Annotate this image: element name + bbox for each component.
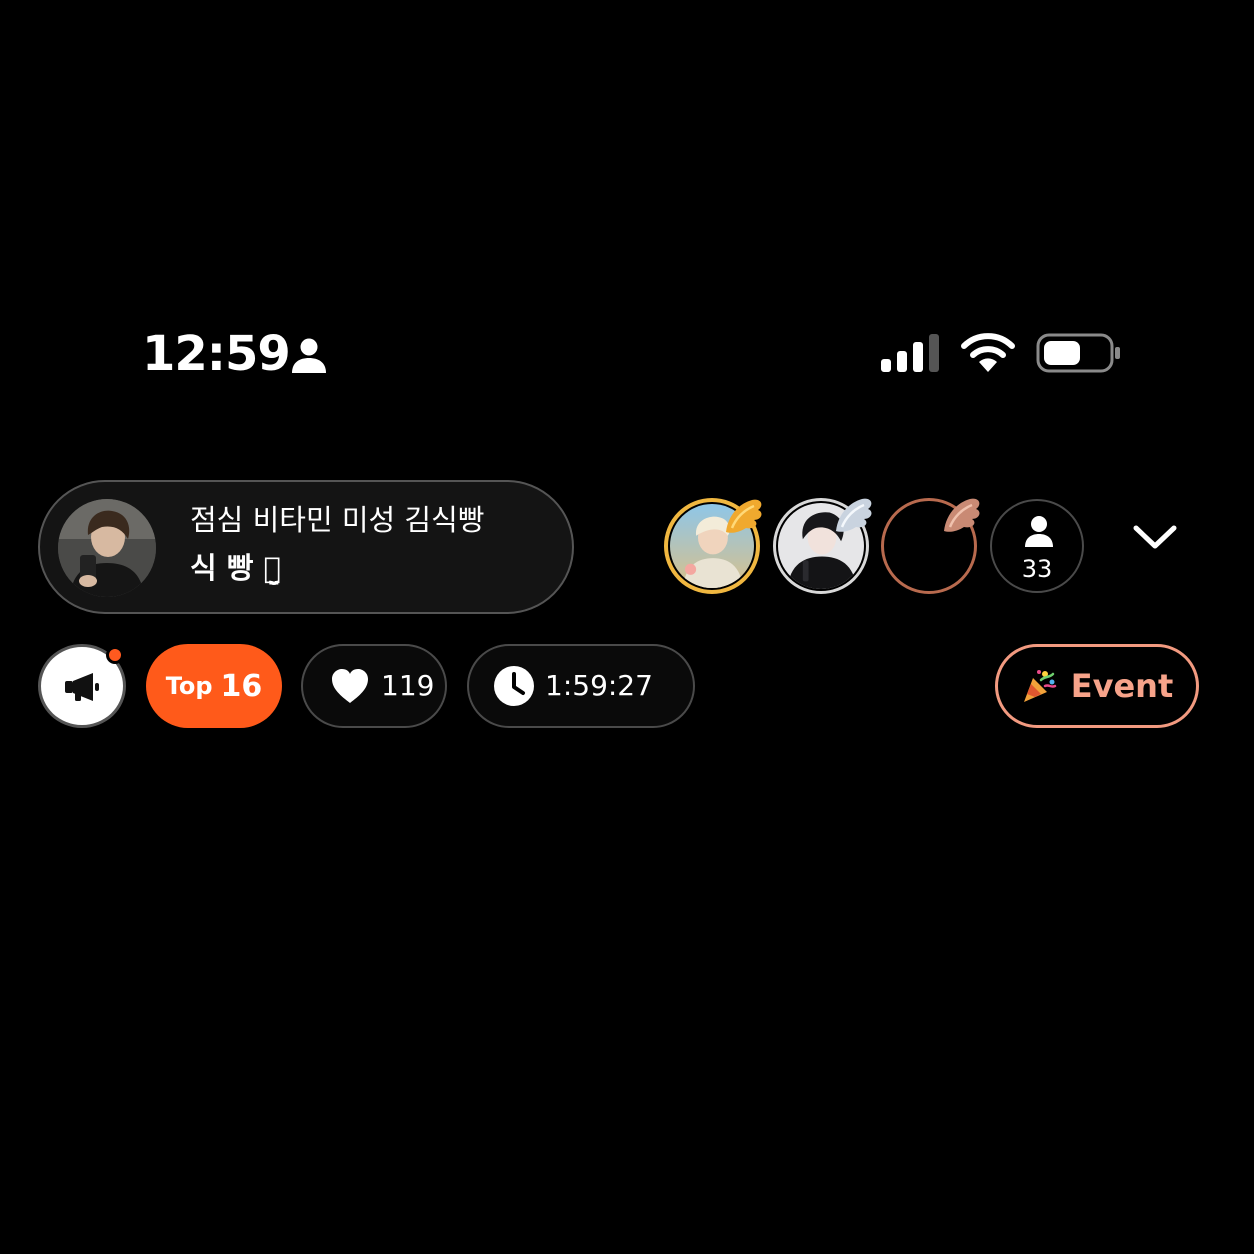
megaphone-icon	[65, 673, 99, 701]
host-name: 식 빵 ꪔ̤̮	[190, 551, 281, 585]
silver-wing-icon	[836, 498, 872, 532]
notification-dot	[106, 646, 124, 664]
broadcast-timer-pill: 1:59:27	[467, 644, 695, 728]
top-rank-badge[interactable]: Top 16	[146, 644, 282, 728]
person-icon	[292, 338, 326, 373]
event-button[interactable]: Event	[995, 644, 1199, 728]
host-avatar[interactable]	[58, 499, 156, 597]
top-rank-label: Top	[165, 672, 213, 700]
heart-icon	[332, 669, 368, 703]
top-viewer-3[interactable]	[881, 498, 980, 594]
chevron-down-icon[interactable]	[1132, 522, 1178, 552]
top-viewer-2[interactable]	[773, 498, 872, 594]
gold-wing-icon	[726, 499, 762, 533]
party-popper-icon	[1023, 670, 1056, 702]
viewer-count: 33	[1021, 555, 1053, 583]
cellular-signal-icon	[881, 334, 939, 372]
top-viewer-1[interactable]	[664, 498, 762, 594]
broadcast-timer: 1:59:27	[545, 669, 653, 702]
bronze-wing-icon	[944, 498, 980, 532]
status-time: 12:59	[142, 326, 291, 382]
clock-icon	[494, 666, 534, 706]
host-avatar-image	[58, 499, 156, 597]
likes-count: 119	[381, 669, 435, 702]
wifi-icon	[961, 333, 1015, 372]
user-icon	[1025, 516, 1053, 547]
battery-icon	[1036, 333, 1120, 373]
top-rank-number: 16	[220, 668, 263, 704]
likes-pill[interactable]: 119	[301, 644, 447, 728]
event-label: Event	[1070, 667, 1174, 705]
broadcast-title: 점심 비타민 미성 김식빵	[190, 503, 485, 537]
host-info-pill[interactable]: 점심 비타민 미성 김식빵 식 빵 ꪔ̤̮	[38, 480, 574, 614]
viewer-count-button[interactable]: 33	[990, 499, 1084, 593]
